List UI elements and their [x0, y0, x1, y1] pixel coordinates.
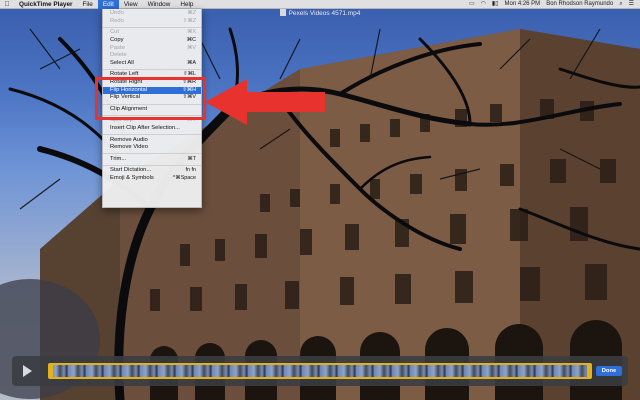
menu-item-remove-video[interactable]: Remove Video [103, 144, 201, 152]
window-title-text: Pexels Videos 4571.mp4 [288, 10, 361, 17]
trim-controls: Done [12, 356, 628, 386]
menu-separator [103, 134, 201, 136]
battery-icon[interactable]: ▮▯ [492, 0, 499, 9]
menu-separator [103, 26, 201, 28]
menu-file[interactable]: File [78, 0, 98, 9]
menu-app-name[interactable]: QuickTime Player [14, 0, 78, 9]
menu-item-shortcut: ⇧⌘Z [182, 17, 196, 24]
annotation-highlight-box [95, 77, 206, 120]
menu-item-shortcut: ^⌘Space [172, 174, 196, 181]
menu-item-label: Redo [110, 17, 124, 24]
menu-item-shortcut: ⌘Z [187, 10, 196, 16]
apple-icon[interactable]:  [0, 1, 14, 8]
window-title: Pexels Videos 4571.mp4 [0, 9, 640, 18]
menu-item-label: Insert Clip After Selection... [110, 125, 180, 132]
trim-filmstrip[interactable] [48, 363, 592, 379]
menu-separator [103, 68, 201, 70]
menu-item-label: Undo [110, 10, 124, 16]
menu-item-cut: Cut ⌘X [103, 29, 201, 37]
menu-separator [103, 153, 201, 155]
menu-item-shortcut: ⌘V [187, 44, 196, 51]
menu-item-trim[interactable]: Trim... ⌘T [103, 156, 201, 164]
menu-item-redo: Redo ⇧⌘Z [103, 18, 201, 26]
status-area: ▭ ◠ ▮▯ Mon 4:26 PM Bon Rhodson Raymundo … [469, 0, 640, 9]
filmstrip-frames [50, 365, 590, 377]
menu-item-emoji-symbols[interactable]: Emoji & Symbols ^⌘Space [103, 175, 201, 183]
menu-item-delete: Delete [103, 52, 201, 60]
menu-item-copy[interactable]: Copy ⌘C [103, 37, 201, 45]
user-name[interactable]: Bon Rhodson Raymundo [546, 0, 613, 9]
done-button[interactable]: Done [596, 366, 622, 376]
airplay-icon[interactable]: ▭ [469, 0, 475, 9]
menu-item-shortcut: fn fn [185, 167, 197, 174]
menu-item-label: Delete [110, 52, 127, 59]
menu-item-label: Emoji & Symbols [110, 174, 154, 181]
wifi-icon[interactable]: ◠ [481, 0, 486, 9]
menu-separator [103, 164, 201, 166]
video-frame [0, 9, 640, 400]
menu-item-shortcut: ⌘C [186, 36, 196, 43]
annotation-arrow-pointer [205, 79, 325, 125]
notification-center-icon[interactable]: ☰ [629, 0, 634, 9]
menu-item-label: Copy [110, 36, 124, 43]
menu-item-label: Remove Audio [110, 136, 148, 143]
menu-item-label: Start Dictation... [110, 167, 152, 174]
menu-view[interactable]: View [119, 0, 143, 9]
menu-item-start-dictation[interactable]: Start Dictation... fn fn [103, 167, 201, 175]
menu-item-label: Cut [110, 29, 120, 36]
menu-item-label: Select All [110, 59, 134, 66]
trim-handle-left[interactable] [50, 365, 53, 377]
menu-item-insert-clip-after-selection[interactable]: Insert Clip After Selection... [103, 125, 201, 133]
menu-window[interactable]: Window [143, 0, 176, 9]
menu-bar:  QuickTime Player File Edit View Window… [0, 0, 640, 9]
menu-item-remove-audio[interactable]: Remove Audio [103, 137, 201, 145]
spotlight-icon[interactable]: ⌕ [619, 0, 622, 9]
document-icon [279, 9, 286, 16]
play-icon[interactable] [23, 365, 32, 377]
menu-item-select-all[interactable]: Select All ⌘A [103, 60, 201, 68]
trim-handle-right[interactable] [587, 365, 590, 377]
menu-item-label: Paste [110, 44, 125, 51]
clock[interactable]: Mon 4:26 PM [505, 0, 541, 9]
menu-item-paste: Paste ⌘V [103, 45, 201, 53]
menu-edit[interactable]: Edit [97, 0, 119, 9]
menu-item-label: Trim... [110, 155, 127, 162]
menu-item-shortcut: ⌘X [187, 29, 196, 36]
menu-help[interactable]: Help [175, 0, 198, 9]
menu-item-undo: Undo ⌘Z [103, 10, 201, 18]
menu-item-shortcut: ⌘A [187, 59, 196, 66]
menu-item-shortcut: ⌘T [187, 155, 196, 162]
menu-item-label: Remove Video [110, 144, 148, 151]
video-scene [0, 27, 640, 400]
